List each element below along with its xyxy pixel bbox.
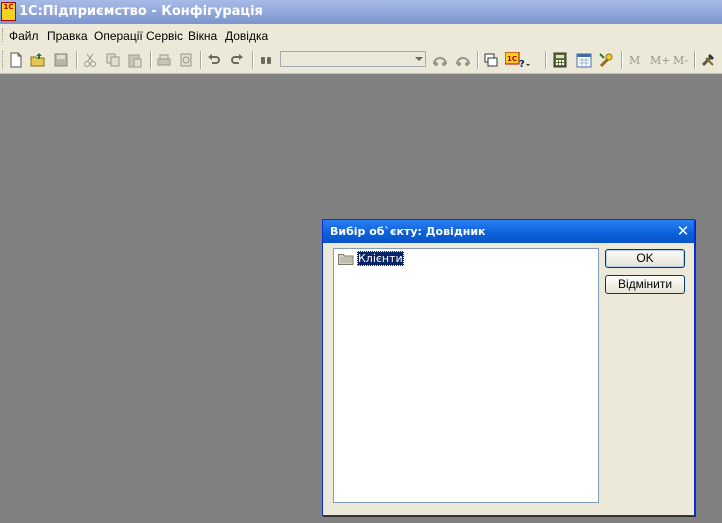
object-tree[interactable]: Клієнти (333, 248, 599, 503)
print-icon (157, 54, 171, 66)
memory-subtract-button: M- (673, 54, 688, 67)
menu-operations[interactable]: Операції (94, 29, 143, 43)
toolbar-separator (477, 51, 479, 69)
menu-service[interactable]: Сервіс (146, 29, 183, 43)
menu-help[interactable]: Довідка (225, 29, 268, 43)
toolbar-separator (621, 51, 623, 69)
app-titlebar: 1C 1С:Підприємство - Конфігурація (0, 0, 722, 24)
toolbar-separator (694, 51, 696, 69)
folder-icon (338, 254, 354, 265)
toolbar-grip[interactable] (2, 51, 5, 69)
copy-icon (106, 53, 120, 67)
menubar-grip[interactable] (2, 28, 5, 42)
configurator-tools-icon[interactable] (700, 52, 716, 68)
menu-windows[interactable]: Вікна (188, 29, 217, 43)
close-icon[interactable]: ✕ (676, 224, 690, 239)
help-1c-icon[interactable]: 1C ? (505, 52, 531, 68)
svg-text:1C: 1C (507, 55, 517, 63)
memory-recall-button: M (629, 54, 641, 67)
app-title: 1С:Підприємство - Конфігурація (19, 4, 263, 19)
svg-text:?: ? (519, 59, 525, 68)
toolbar-separator (545, 51, 547, 69)
memory-add-button: M+ (650, 54, 671, 67)
undo-icon[interactable] (206, 52, 222, 68)
cut-icon (84, 53, 96, 67)
find-next-icon (456, 57, 470, 66)
app-logo-icon: 1C (1, 2, 16, 21)
menu-bar: Файл Правка Операції Сервіс Вікна Довідк… (0, 24, 722, 46)
save-icon (54, 53, 68, 67)
dialog-title: Вибір об`єкту: Довідник (330, 225, 486, 238)
find-prev-icon (433, 57, 447, 66)
dialog-titlebar[interactable]: Вибір об`єкту: Довідник ✕ (323, 220, 694, 243)
redo-icon[interactable] (229, 52, 245, 68)
search-combo[interactable] (280, 51, 426, 67)
tree-item-label: Клієнти (357, 251, 404, 266)
toolbar-separator (76, 51, 78, 69)
chevron-down-icon[interactable] (415, 57, 423, 61)
open-icon[interactable] (30, 52, 46, 68)
paste-icon (128, 54, 142, 68)
new-document-icon[interactable] (8, 52, 24, 68)
preview-icon (180, 53, 192, 67)
windows-icon[interactable] (483, 52, 499, 68)
tools-icon[interactable] (598, 52, 614, 68)
calculator-icon[interactable] (552, 52, 568, 68)
toolbar: 1C ? M M+ M- (0, 46, 722, 74)
menu-file[interactable]: Файл (9, 29, 39, 43)
menu-edit[interactable]: Правка (47, 29, 88, 43)
ok-button[interactable]: OK (605, 249, 685, 268)
calendar-icon[interactable] (576, 52, 592, 68)
toolbar-separator (150, 51, 152, 69)
cancel-button[interactable]: Відмінити (605, 275, 685, 294)
toolbar-separator (252, 51, 254, 69)
find-icon[interactable] (258, 52, 274, 68)
select-object-dialog: Вибір об`єкту: Довідник ✕ Клієнти OK Від… (322, 219, 695, 516)
toolbar-separator (200, 51, 202, 69)
